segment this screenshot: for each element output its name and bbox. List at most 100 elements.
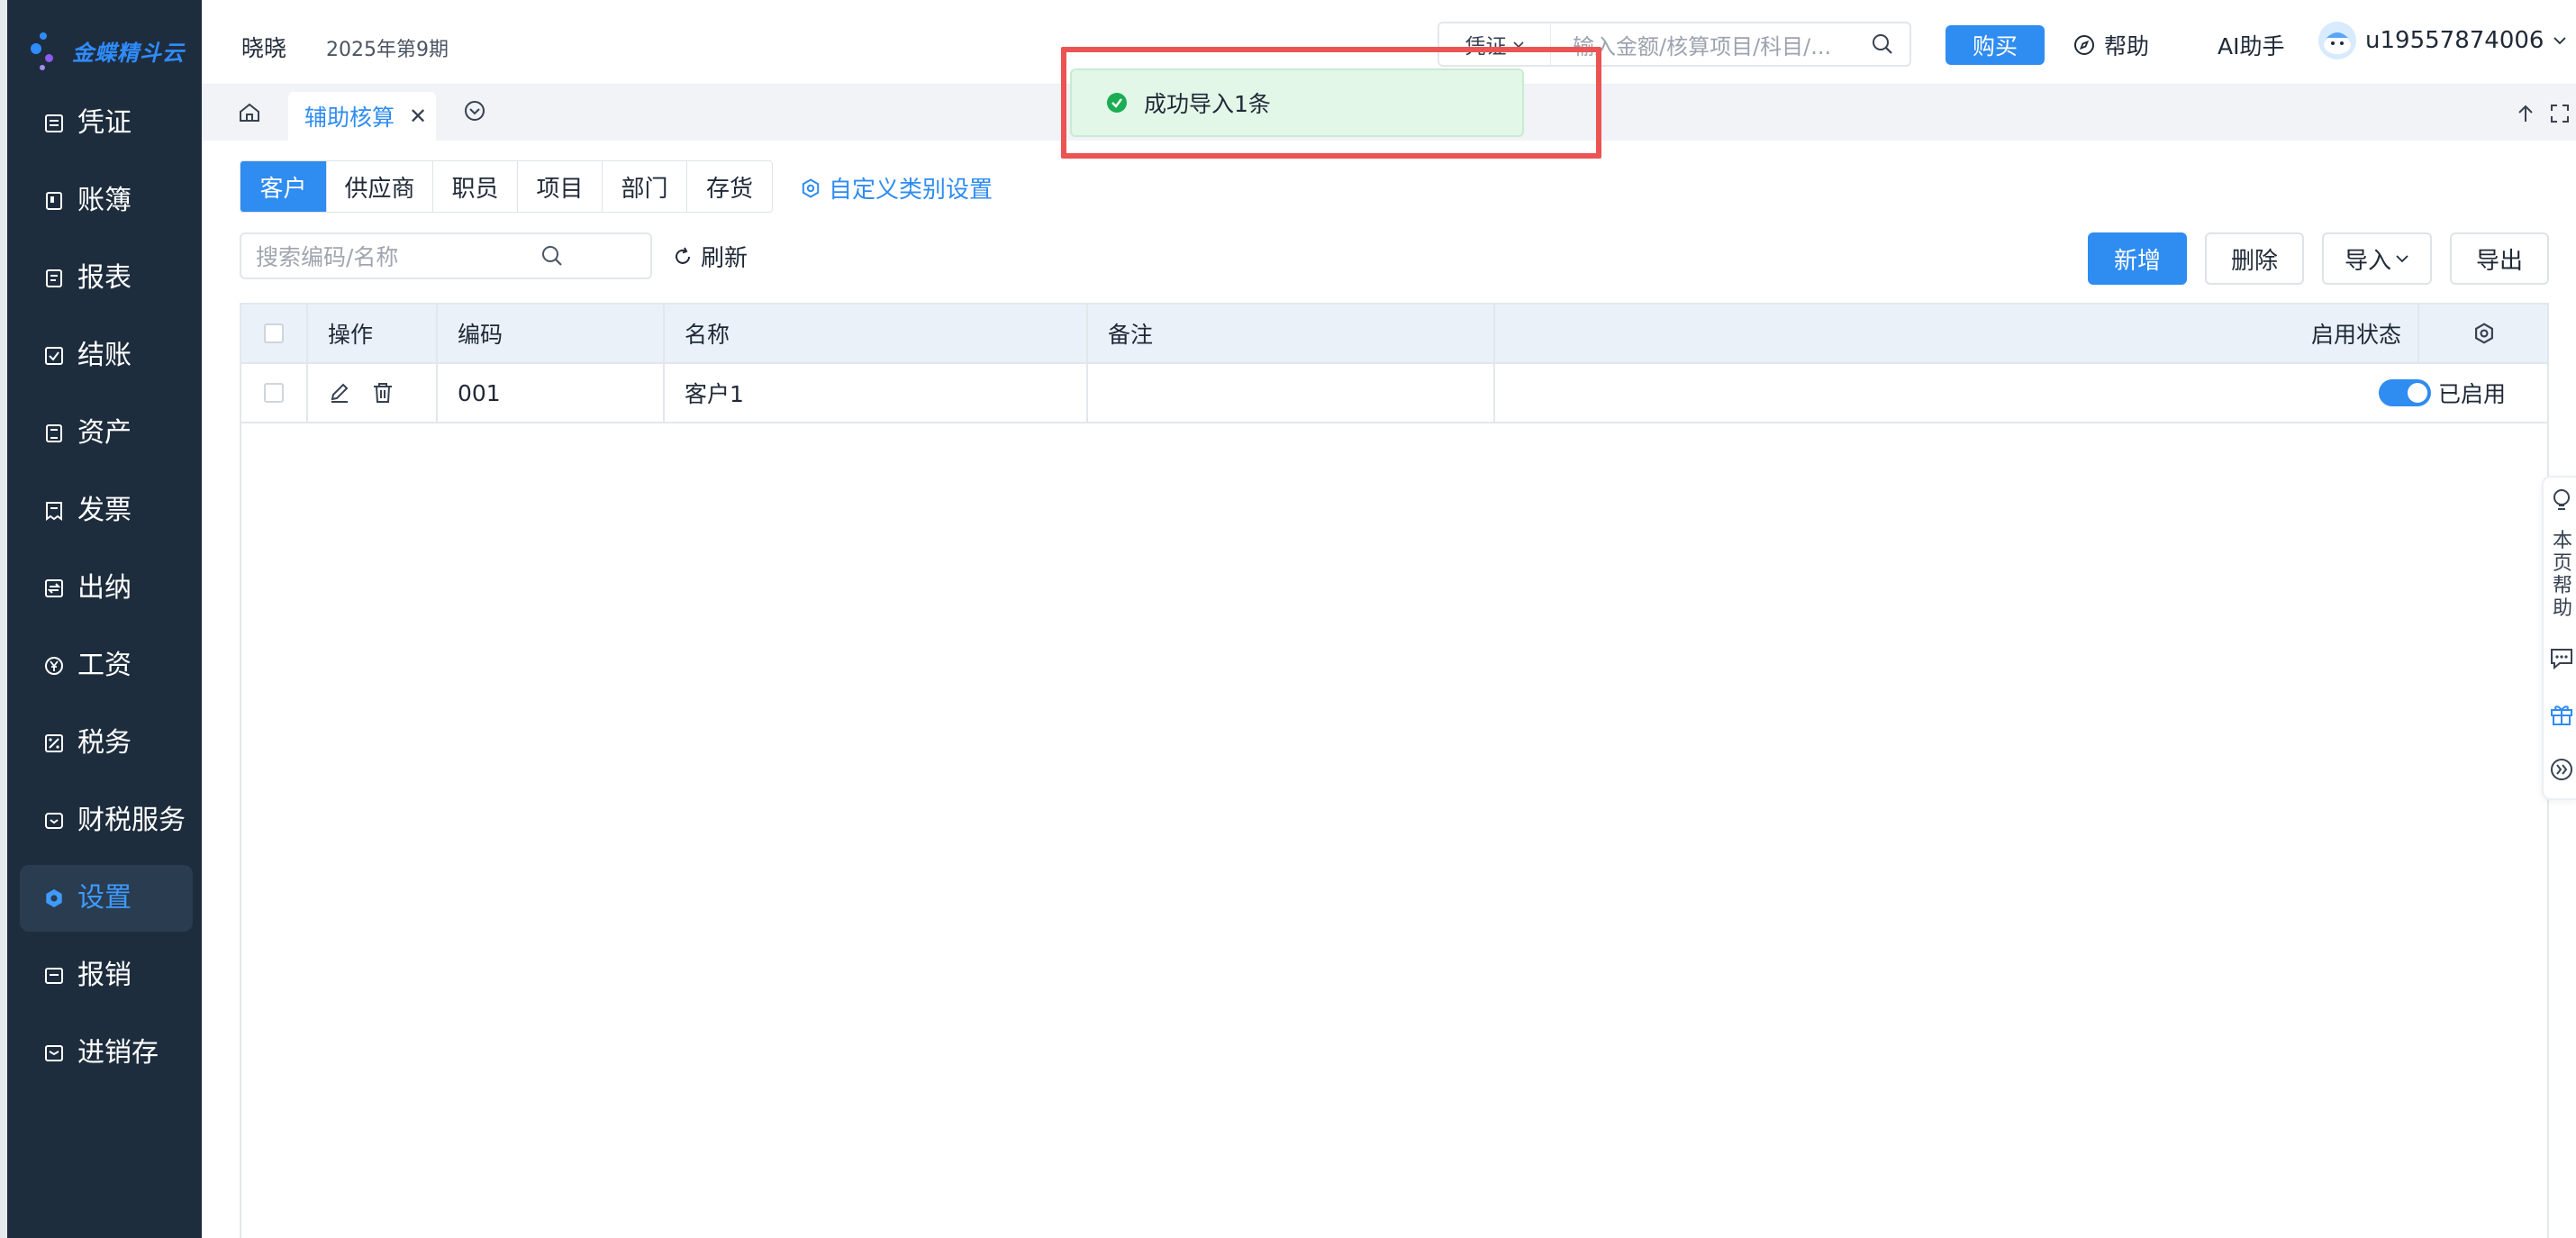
fullscreen-icon[interactable] xyxy=(2549,103,2571,128)
import-label: 导入 xyxy=(2344,247,2391,275)
refresh-label: 刷新 xyxy=(701,245,748,272)
sidebar-item-voucher[interactable]: 凭证 xyxy=(20,90,193,157)
sidebar-item-label: 出纳 xyxy=(77,572,132,604)
sidebar-item-tax[interactable]: 税务 xyxy=(20,710,193,777)
trash-icon[interactable] xyxy=(371,381,395,405)
refresh-button[interactable]: 刷新 xyxy=(672,240,748,273)
salary-icon xyxy=(43,655,65,677)
data-table: 操作 编码 名称 备注 启用状态 001 客户1 已启用 xyxy=(240,303,2549,1238)
annotation-highlight-box xyxy=(1061,47,1601,159)
category-department[interactable]: 部门 xyxy=(603,161,687,212)
category-customer[interactable]: 客户 xyxy=(240,161,327,212)
search-icon[interactable] xyxy=(453,244,650,268)
column-settings-icon[interactable] xyxy=(2419,305,2549,362)
category-tabs: 客户 供应商 职员 项目 部门 存货 xyxy=(240,160,773,213)
sidebar-item-settings[interactable]: 设置 xyxy=(20,865,193,932)
right-help-rail: 本页帮助 xyxy=(2542,476,2576,800)
import-button[interactable]: 导入 xyxy=(2322,232,2432,285)
chevron-down-icon xyxy=(2553,27,2567,54)
sidebar-item-label: 资产 xyxy=(77,417,132,449)
invoice-icon xyxy=(43,500,65,522)
arrow-up-icon[interactable] xyxy=(2515,103,2536,128)
header-status: 启用状态 xyxy=(1495,305,2419,362)
sidebar-item-reimburse[interactable]: 报销 xyxy=(20,942,193,1009)
gift-icon[interactable] xyxy=(2549,703,2574,730)
header-name[interactable]: 名称 xyxy=(665,305,1088,362)
app-logo[interactable]: 金蝶精斗云 xyxy=(27,25,185,76)
sidebar-item-label: 报表 xyxy=(77,262,132,294)
company-name[interactable]: 晓晓 xyxy=(241,31,286,63)
accounting-period: 2025年第9期 xyxy=(326,39,449,61)
sidebar-item-label: 报销 xyxy=(77,960,132,991)
custom-category-settings-link[interactable]: 自定义类别设置 xyxy=(800,171,993,205)
edit-icon[interactable] xyxy=(328,381,351,405)
category-supplier[interactable]: 供应商 xyxy=(327,161,433,212)
help-label: 帮助 xyxy=(2104,33,2150,59)
tab-auxiliary-accounting[interactable]: 辅助核算 ✕ xyxy=(288,92,436,141)
category-project[interactable]: 项目 xyxy=(518,161,603,212)
header-code[interactable]: 编码 xyxy=(438,305,665,362)
logo-text: 金蝶精斗云 xyxy=(72,40,185,66)
row-name: 客户1 xyxy=(665,364,1088,422)
sidebar-item-report[interactable]: 报表 xyxy=(20,245,193,312)
header-action: 操作 xyxy=(308,305,438,362)
row-select-cell xyxy=(241,364,308,422)
lightbulb-icon[interactable] xyxy=(2551,488,2572,517)
sidebar-item-label: 账簿 xyxy=(77,185,132,216)
sidebar: 金蝶精斗云 凭证 账簿 报表 结账 资产 发票 出纳 工资 税务 财税服务 设置… xyxy=(7,0,202,1238)
buy-button[interactable]: 购买 xyxy=(1946,25,2045,65)
user-menu[interactable]: u19557874006 xyxy=(2318,22,2567,59)
delete-button[interactable]: 删除 xyxy=(2205,232,2304,285)
report-icon xyxy=(43,268,65,289)
close-icon[interactable]: ✕ xyxy=(409,104,427,129)
category-inventory[interactable]: 存货 xyxy=(687,161,772,212)
home-icon[interactable] xyxy=(238,101,261,128)
row-remark xyxy=(1088,364,1495,422)
status-toggle[interactable] xyxy=(2378,379,2431,406)
sidebar-item-closing[interactable]: 结账 xyxy=(20,323,193,389)
finance-service-icon xyxy=(43,810,65,832)
sidebar-item-inventory[interactable]: 进销存 xyxy=(20,1020,193,1087)
help-link[interactable]: 帮助 xyxy=(2073,29,2149,61)
status-label: 已启用 xyxy=(2437,381,2506,407)
row-code: 001 xyxy=(438,364,665,422)
select-all-cell xyxy=(241,305,308,362)
reimburse-icon xyxy=(43,965,65,987)
sidebar-item-label: 进销存 xyxy=(77,1037,159,1069)
custom-category-label: 自定义类别设置 xyxy=(829,177,993,204)
tab-menu-icon[interactable] xyxy=(463,99,486,126)
select-all-checkbox[interactable] xyxy=(264,323,284,343)
category-employee[interactable]: 职员 xyxy=(433,161,518,212)
list-search-placeholder: 搜索编码/名称 xyxy=(256,244,399,270)
row-checkbox[interactable] xyxy=(264,383,284,403)
search-icon[interactable] xyxy=(1855,32,1909,56)
sidebar-item-label: 工资 xyxy=(77,650,132,681)
username: u19557874006 xyxy=(2365,27,2544,54)
row-actions xyxy=(308,364,438,422)
ai-assistant-link[interactable]: AI助手 xyxy=(2218,29,2284,61)
page-help-label[interactable]: 本页帮助 xyxy=(2553,530,2574,620)
tax-icon xyxy=(43,733,65,754)
sidebar-item-asset[interactable]: 资产 xyxy=(20,400,193,467)
avatar xyxy=(2318,22,2356,59)
sidebar-item-salary[interactable]: 工资 xyxy=(20,633,193,699)
sidebar-item-finance-service[interactable]: 财税服务 xyxy=(20,787,193,854)
add-button[interactable]: 新增 xyxy=(2088,232,2187,285)
sidebar-item-label: 财税服务 xyxy=(77,805,186,836)
ledger-icon xyxy=(43,190,65,212)
window-left-edge xyxy=(0,0,7,1238)
settings-icon xyxy=(43,888,65,909)
sidebar-item-invoice[interactable]: 发票 xyxy=(20,478,193,544)
sidebar-item-label: 结账 xyxy=(77,340,132,371)
list-search-input[interactable]: 搜索编码/名称 xyxy=(240,232,652,279)
closing-icon xyxy=(43,345,65,367)
settings-icon xyxy=(802,178,820,198)
table-row[interactable]: 001 客户1 已启用 xyxy=(241,364,2547,423)
chat-icon[interactable] xyxy=(2549,647,2574,674)
sidebar-item-ledger[interactable]: 账簿 xyxy=(20,168,193,234)
export-button[interactable]: 导出 xyxy=(2450,232,2549,285)
sidebar-item-cashier[interactable]: 出纳 xyxy=(20,555,193,622)
compass-icon xyxy=(2074,35,2094,55)
header-remark: 备注 xyxy=(1088,305,1495,362)
collapse-rail-icon[interactable] xyxy=(2549,757,2574,786)
